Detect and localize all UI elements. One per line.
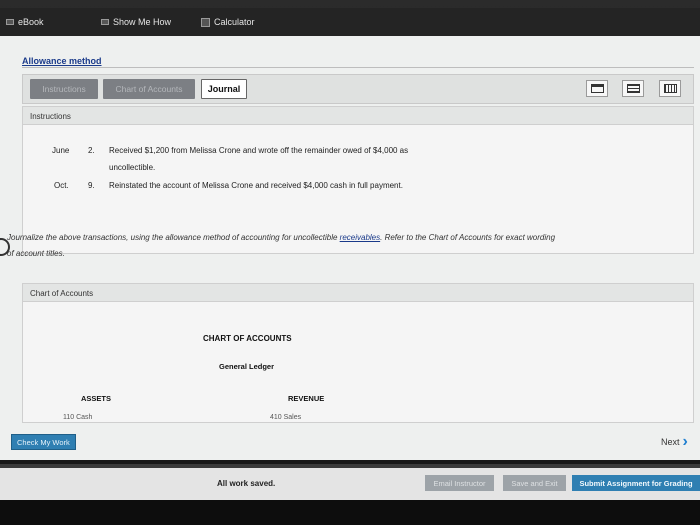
print-icon <box>590 84 604 93</box>
coa-header: Chart of Accounts <box>23 284 693 302</box>
calculator-icon <box>201 17 210 27</box>
email-instructor-button[interactable]: Email Instructor <box>425 475 494 491</box>
coa-subtitle: General Ledger <box>219 362 275 371</box>
show-me-how-button[interactable]: Show Me How <box>101 17 171 27</box>
coa-title: CHART OF ACCOUNTS <box>203 334 292 343</box>
coa-asset-item: 110 Cash <box>63 414 93 421</box>
intro-line2: of account titles. <box>7 249 65 258</box>
calculator-button[interactable]: Calculator <box>201 17 255 27</box>
intro-text-cont: . Refer to the Chart of Accounts for exa… <box>380 233 556 242</box>
receivables-link[interactable]: receivables <box>340 233 380 242</box>
app-frame: eBook Show Me How Calculator Allowance m… <box>0 0 700 525</box>
ebook-label: eBook <box>18 17 44 27</box>
layout-icon <box>626 84 640 93</box>
coa-revenue-heading: REVENUE <box>288 394 325 403</box>
row2-month: Oct. <box>54 181 69 190</box>
grid-icon <box>663 84 677 93</box>
main-panel: Allowance method Instructions Chart of A… <box>0 36 700 460</box>
layout-button[interactable] <box>622 80 644 97</box>
tab-instructions[interactable]: Instructions <box>30 79 98 99</box>
submit-assignment-button[interactable]: Submit Assignment for Grading <box>572 475 700 491</box>
intro-text: Journalize the above transactions, using… <box>7 233 340 242</box>
grid-button[interactable] <box>659 80 681 97</box>
row1-text: Received $1,200 from Melissa Crone and w… <box>109 146 409 155</box>
page-title: Allowance method <box>22 56 102 66</box>
tab-chart-of-accounts[interactable]: Chart of Accounts <box>103 79 195 99</box>
coa-assets-heading: ASSETS <box>81 394 112 403</box>
show-me-how-label: Show Me How <box>113 17 172 27</box>
title-divider <box>22 67 694 68</box>
chart-of-accounts-panel: Chart of Accounts CHART OF ACCOUNTS Gene… <box>22 283 694 423</box>
book-icon <box>6 19 14 25</box>
video-icon <box>101 19 109 25</box>
calculator-label: Calculator <box>214 17 255 27</box>
row1-month: June <box>52 146 70 155</box>
print-button[interactable] <box>586 80 608 97</box>
save-status: All work saved. <box>217 479 276 488</box>
chevron-right-icon: › <box>682 433 688 450</box>
journalize-instructions: Journalize the above transactions, using… <box>7 230 667 262</box>
row1-text-cont: uncollectible. <box>109 163 156 172</box>
next-button[interactable]: Next › <box>661 433 688 450</box>
tab-journal[interactable]: Journal <box>201 79 247 99</box>
save-and-exit-button[interactable]: Save and Exit <box>503 475 566 491</box>
ebook-button[interactable]: eBook <box>6 17 44 27</box>
row2-day: 9. <box>88 181 95 190</box>
top-toolbar: eBook Show Me How Calculator <box>0 8 700 36</box>
coa-revenue-item: 410 Sales <box>270 414 302 421</box>
row2-text: Reinstated the account of Melissa Crone … <box>109 181 403 190</box>
screen-bezel <box>0 500 700 525</box>
check-my-work-button[interactable]: Check My Work <box>11 434 76 450</box>
row1-day: 2. <box>88 146 95 155</box>
bottom-action-bar: All work saved. Email Instructor Save an… <box>0 464 700 500</box>
next-label: Next <box>661 437 680 447</box>
tab-strip: Instructions Chart of Accounts Journal <box>22 74 694 104</box>
bottom-divider <box>0 464 700 468</box>
instructions-header: Instructions <box>23 107 693 125</box>
